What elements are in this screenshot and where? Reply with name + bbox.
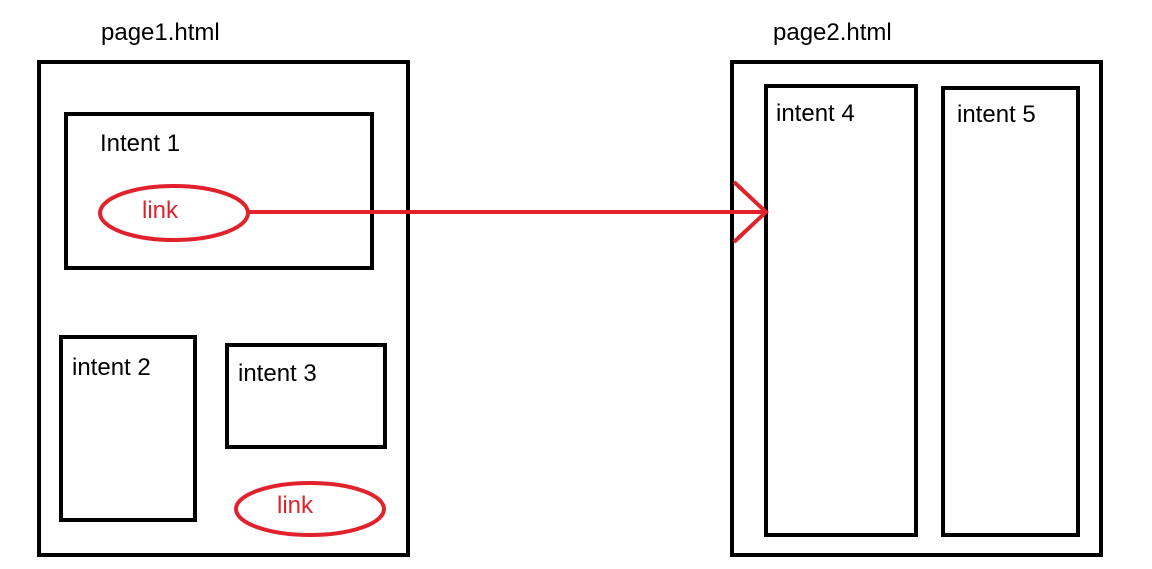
link-1-text[interactable]: link	[142, 197, 178, 225]
intent-3-box	[225, 343, 387, 449]
intent-3-label: intent 3	[238, 360, 317, 387]
page1-title: page1.html	[101, 19, 220, 46]
link-2-text[interactable]: link	[277, 492, 313, 520]
intent-4-box	[764, 84, 918, 537]
intent-2-label: intent 2	[72, 354, 151, 381]
intent-1-label: Intent 1	[100, 130, 181, 157]
intent-5-box	[941, 86, 1080, 537]
intent-5-label: intent 5	[957, 101, 1036, 128]
page2-title: page2.html	[773, 19, 892, 46]
intent-4-label: intent 4	[776, 100, 855, 127]
